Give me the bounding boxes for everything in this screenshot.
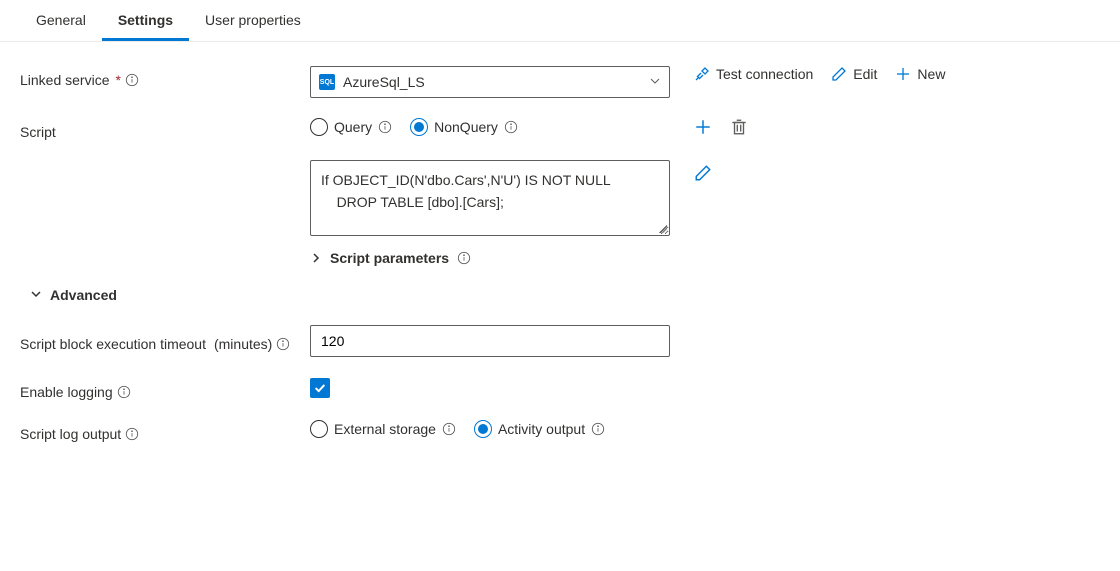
- tab-bar: General Settings User properties: [0, 0, 1120, 42]
- radio-external-storage[interactable]: External storage: [310, 420, 456, 438]
- info-icon[interactable]: [276, 337, 290, 351]
- add-script-button[interactable]: [694, 118, 712, 136]
- edit-button[interactable]: Edit: [831, 66, 877, 82]
- pencil-icon: [831, 66, 847, 82]
- script-parameters-expander[interactable]: Script parameters: [310, 250, 471, 266]
- info-icon[interactable]: [591, 422, 605, 436]
- sql-icon: SQL: [319, 74, 335, 90]
- radio-query[interactable]: Query: [310, 118, 392, 136]
- radio-icon: [474, 420, 492, 438]
- script-label: Script: [20, 118, 310, 140]
- new-button[interactable]: New: [895, 66, 945, 82]
- linked-service-label: Linked service *: [20, 66, 310, 88]
- info-icon[interactable]: [125, 73, 139, 87]
- radio-icon: [310, 420, 328, 438]
- linked-service-dropdown[interactable]: SQL AzureSql_LS: [310, 66, 670, 98]
- chevron-down-icon: [649, 74, 661, 90]
- info-icon[interactable]: [378, 120, 392, 134]
- chevron-down-icon: [30, 287, 42, 303]
- required-asterisk: *: [116, 72, 121, 88]
- tab-settings[interactable]: Settings: [102, 0, 189, 41]
- radio-icon: [310, 118, 328, 136]
- test-connection-button[interactable]: Test connection: [694, 66, 813, 82]
- info-icon[interactable]: [442, 422, 456, 436]
- tab-general[interactable]: General: [20, 0, 102, 41]
- plus-icon: [895, 66, 911, 82]
- edit-script-button[interactable]: [694, 164, 712, 182]
- enable-logging-checkbox[interactable]: [310, 378, 330, 398]
- script-textarea[interactable]: If OBJECT_ID(N'dbo.Cars',N'U') IS NOT NU…: [310, 160, 670, 236]
- info-icon[interactable]: [125, 427, 139, 441]
- test-connection-icon: [694, 66, 710, 82]
- tab-user-properties[interactable]: User properties: [189, 0, 317, 41]
- timeout-label: Script block execution timeout (minutes): [20, 325, 310, 358]
- enable-logging-label: Enable logging: [20, 378, 310, 400]
- info-icon[interactable]: [504, 120, 518, 134]
- advanced-expander[interactable]: Advanced: [30, 287, 117, 303]
- info-icon[interactable]: [457, 251, 471, 265]
- radio-nonquery[interactable]: NonQuery: [410, 118, 518, 136]
- chevron-right-icon: [310, 252, 322, 264]
- radio-icon: [410, 118, 428, 136]
- delete-script-button[interactable]: [730, 118, 748, 136]
- script-log-output-label: Script log output: [20, 420, 310, 442]
- radio-activity-output[interactable]: Activity output: [474, 420, 605, 438]
- info-icon[interactable]: [117, 385, 131, 399]
- timeout-input[interactable]: [310, 325, 670, 357]
- linked-service-value: AzureSql_LS: [343, 74, 641, 90]
